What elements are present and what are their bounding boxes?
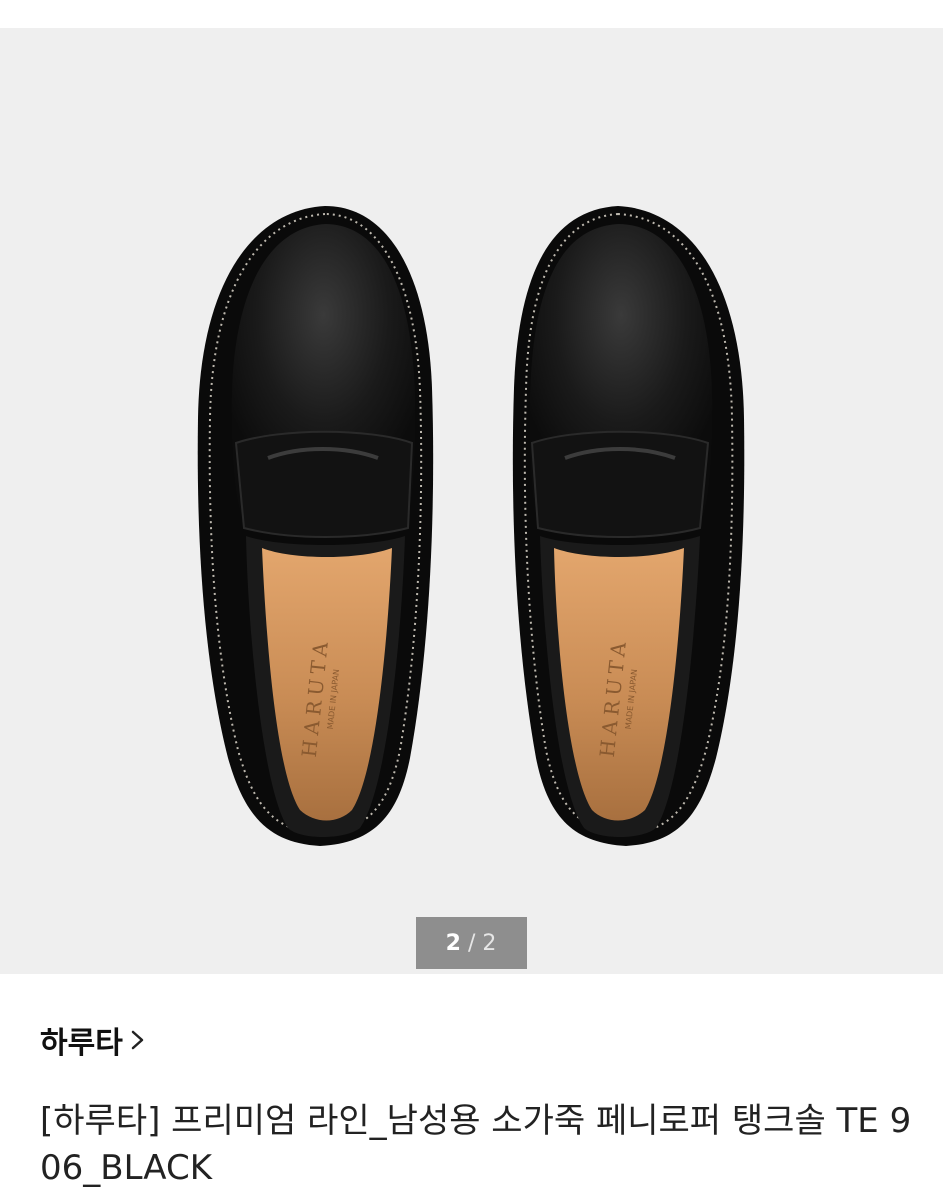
chevron-right-icon: [131, 1030, 144, 1050]
right-shoe: HARUTA MADE IN JAPAN: [512, 206, 745, 846]
image-counter-total: 2: [482, 930, 498, 956]
product-title: [하루타] 프리미엄 라인_남성용 소가죽 페니로퍼 탱크솔 TE 906_BL…: [40, 1101, 912, 1188]
top-strip: [0, 0, 943, 28]
brand-name[interactable]: 하루타: [40, 1018, 123, 1062]
brand-link[interactable]: 하루타: [40, 1018, 151, 1062]
image-counter: 2 / 2: [416, 917, 527, 969]
left-shoe: HARUTA MADE IN JAPAN: [197, 206, 434, 846]
image-counter-current: 2: [445, 930, 462, 956]
image-counter-separator: /: [467, 930, 477, 956]
product-image: HARUTA MADE IN JAPAN HARUTA MADE IN JAPA…: [197, 206, 745, 846]
product-image-gallery[interactable]: HARUTA MADE IN JAPAN HARUTA MADE IN JAPA…: [0, 28, 943, 974]
